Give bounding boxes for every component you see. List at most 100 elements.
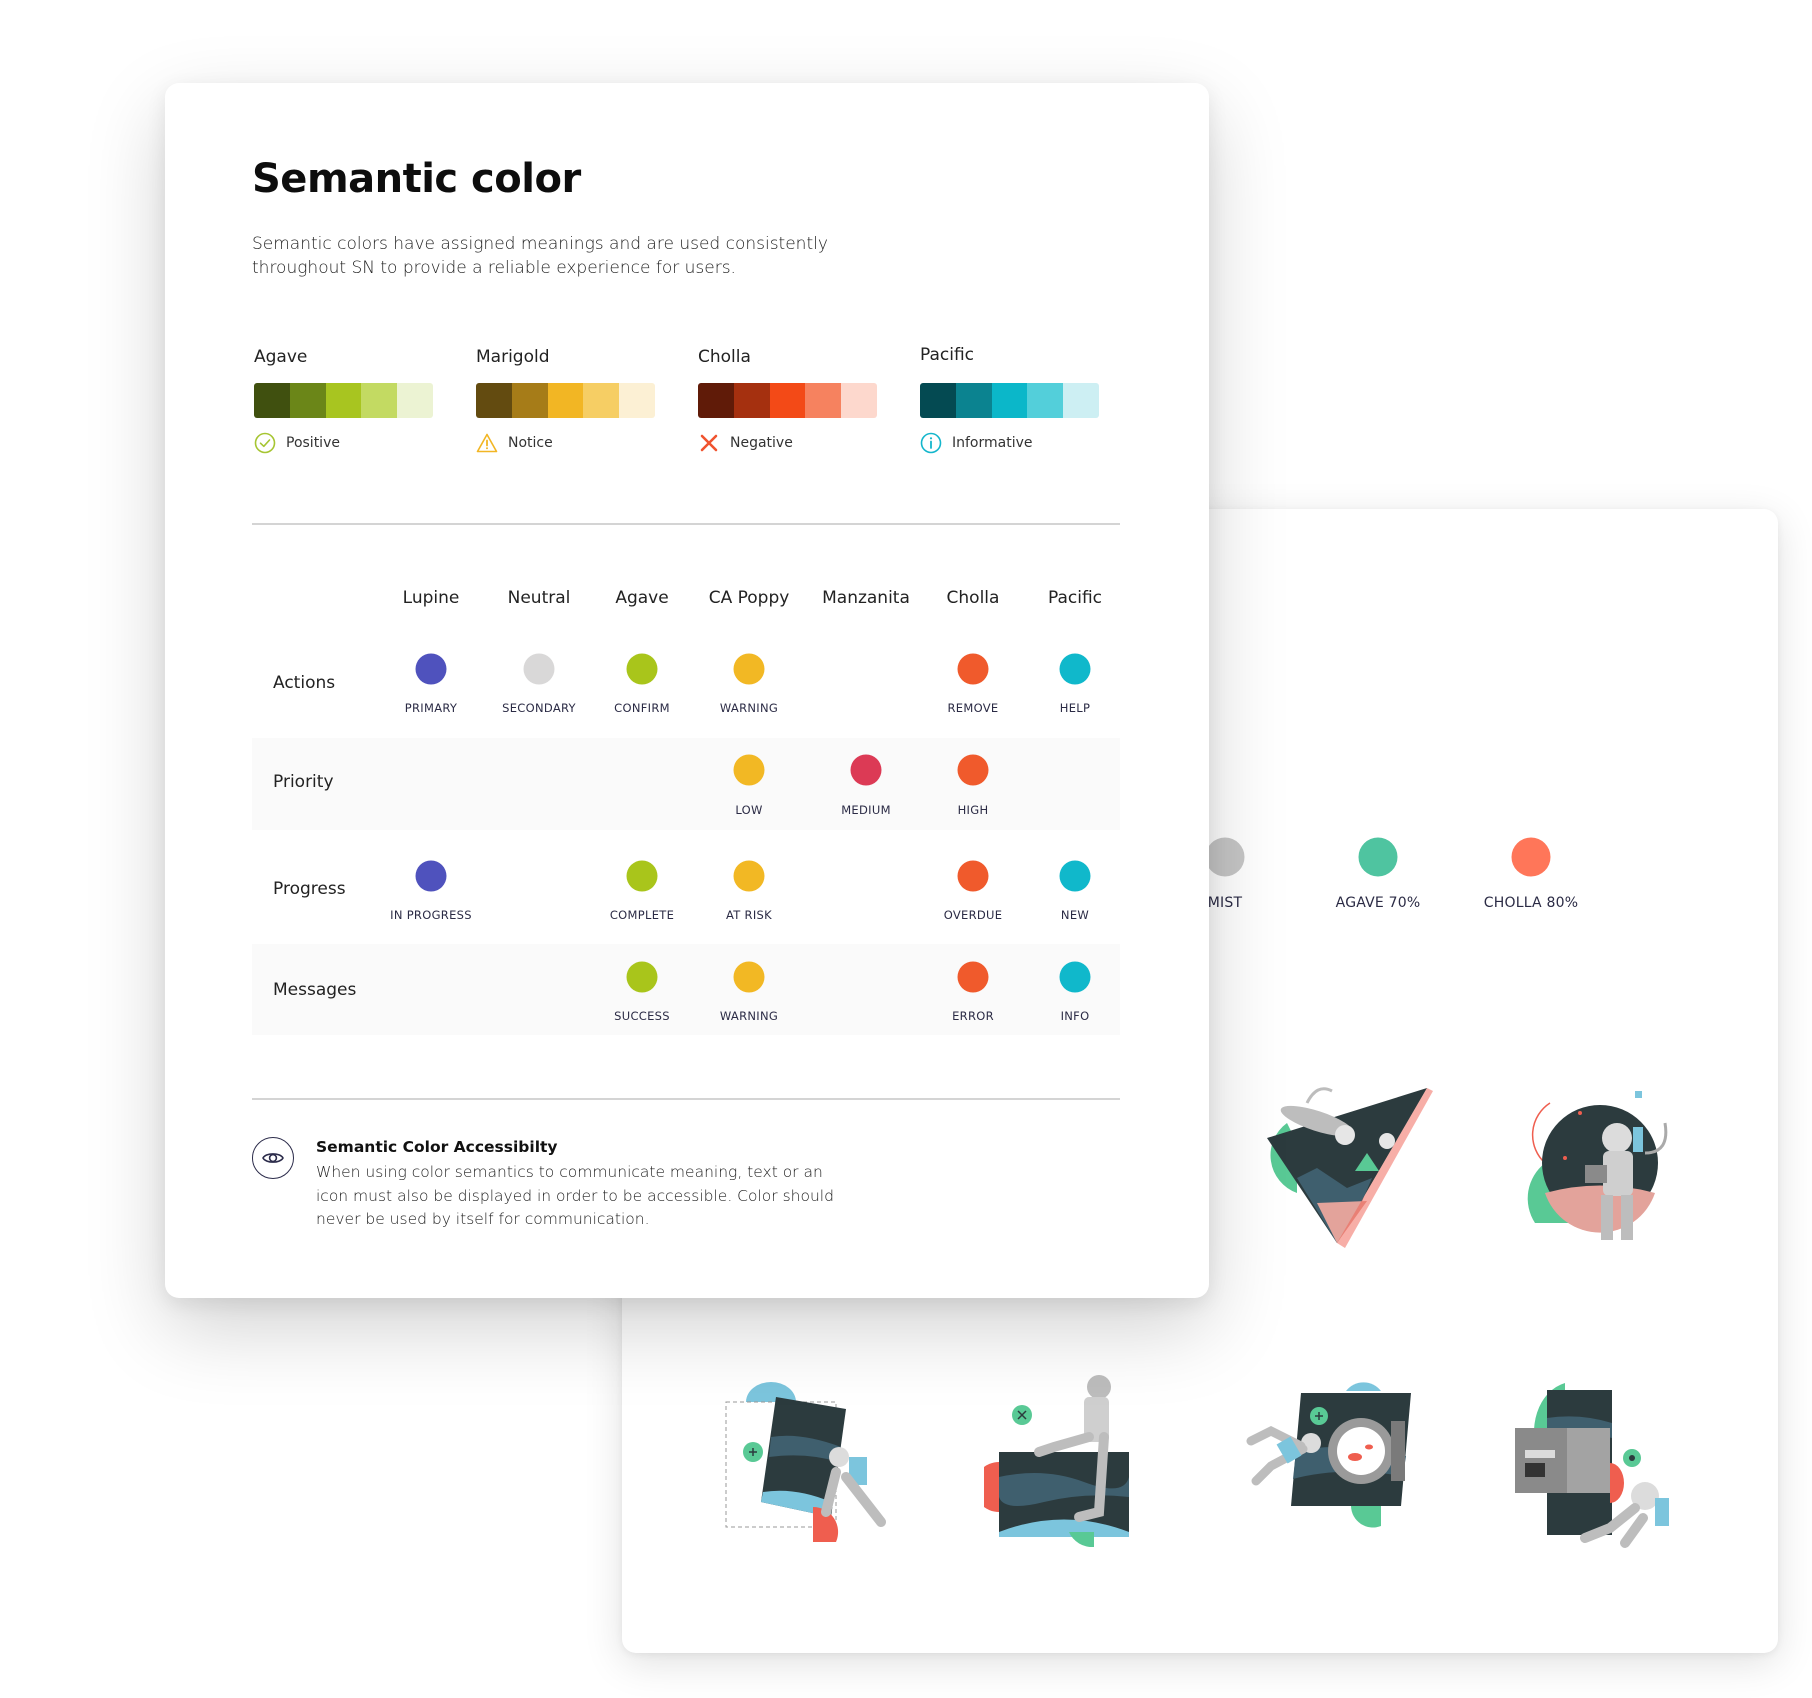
- palette-status: Negative: [698, 431, 878, 455]
- status-label-confirm: CONFIRM: [614, 701, 670, 715]
- status-label-new: NEW: [1060, 908, 1090, 922]
- status-dot-info: [1059, 961, 1091, 993]
- swatch: [1063, 383, 1099, 418]
- color-chip-agave-70: [1358, 837, 1398, 877]
- status-label-at-risk: AT RISK: [726, 908, 772, 922]
- info-circle-icon: [920, 432, 942, 454]
- swatch: [476, 383, 512, 418]
- palette-status: Positive: [254, 431, 434, 455]
- column-header-cholla: Cholla: [946, 588, 1000, 608]
- swatch: [805, 383, 842, 418]
- accessibility-body: When using color semantics to communicat…: [316, 1163, 834, 1228]
- page-description: Semantic colors have assigned meanings a…: [252, 234, 828, 278]
- status-label-primary: PRIMARY: [404, 701, 458, 715]
- astronaut-server-illustration: [1515, 1383, 1669, 1548]
- status-dot-remove: [957, 653, 989, 685]
- status-label-overdue: OVERDUE: [943, 908, 1003, 922]
- swatch: [1027, 383, 1064, 418]
- status-dot-warning: [733, 961, 765, 993]
- swatch: [547, 383, 584, 418]
- palette-name: Marigold: [476, 347, 550, 367]
- color-chip-cholla-80: [1511, 837, 1551, 877]
- swatch: [325, 383, 362, 418]
- column-header-pacific: Pacific: [1047, 588, 1103, 608]
- palette-swatch-bar: [254, 383, 433, 418]
- swatch: [698, 383, 734, 418]
- status-dot-primary: [415, 653, 447, 685]
- status-dot-warning: [733, 653, 765, 685]
- status-label-low: LOW: [735, 803, 763, 817]
- status-dot-help: [1059, 653, 1091, 685]
- color-chip-mist: [1205, 837, 1245, 877]
- row-label-progress: Progress: [273, 879, 346, 899]
- swatch: [254, 383, 290, 418]
- palette-name: Cholla: [698, 347, 751, 367]
- swatch: [361, 383, 398, 418]
- eye-icon-badge: [252, 1137, 294, 1179]
- swatch: [289, 383, 326, 418]
- palette-swatch-bar: [920, 383, 1099, 418]
- accessibility-title: Semantic Color Accessibilty: [316, 1138, 558, 1156]
- palette-swatch-bar: [476, 383, 655, 418]
- column-header-manzanita: Manzanita: [822, 588, 910, 608]
- swatch: [991, 383, 1028, 418]
- status-dot-success: [626, 961, 658, 993]
- page-title: Semantic color: [252, 156, 581, 202]
- status-dot-error: [957, 961, 989, 993]
- status-label-info: INFO: [1060, 1009, 1090, 1023]
- status-dot-secondary: [523, 653, 555, 685]
- row-label-actions: Actions: [273, 673, 336, 693]
- palette-name: Agave: [254, 347, 308, 367]
- status-dot-at-risk: [733, 860, 765, 892]
- chip-label: AGAVE 70%: [1335, 895, 1421, 911]
- chip-label: MIST: [1207, 895, 1243, 911]
- palette-name: Pacific: [920, 345, 975, 365]
- eye-icon: [262, 1153, 284, 1163]
- status-label-success: SUCCESS: [614, 1009, 670, 1023]
- status-dot-low: [733, 754, 765, 786]
- swatch: [769, 383, 806, 418]
- swatch: [583, 383, 620, 418]
- astronaut-pushing-panel-illustration: [725, 1382, 886, 1542]
- status-label: Notice: [508, 435, 553, 451]
- warning-triangle-icon: [476, 433, 498, 453]
- column-header-agave: Agave: [615, 588, 669, 608]
- astronaut-triangle-illustration: [1267, 1087, 1433, 1248]
- status-label: Negative: [730, 435, 793, 451]
- row-band-priority: [252, 738, 1120, 830]
- status-label-complete: COMPLETE: [609, 908, 675, 922]
- swatch: [619, 383, 655, 418]
- status-label-secondary: SECONDARY: [502, 701, 576, 715]
- chip-label: CHOLLA 80%: [1483, 895, 1579, 911]
- palette-status: Notice: [476, 431, 656, 455]
- status-dot-complete: [626, 860, 658, 892]
- palette-marigold: Marigold Notice: [476, 345, 656, 455]
- status-dot-medium: [850, 754, 882, 786]
- status-dot-new: [1059, 860, 1091, 892]
- status-dot-in-progress: [415, 860, 447, 892]
- swatch: [511, 383, 548, 418]
- swatch: [841, 383, 877, 418]
- status-label-remove: REMOVE: [947, 701, 999, 715]
- swatch: [397, 383, 433, 418]
- check-circle-icon: [254, 432, 276, 454]
- swatch: [920, 383, 956, 418]
- status-label-medium: MEDIUM: [841, 803, 891, 817]
- column-header-ca-poppy: CA Poppy: [708, 588, 790, 608]
- divider: [252, 1098, 1120, 1100]
- status-label-high: HIGH: [957, 803, 989, 817]
- status-label-in-progress: IN PROGRESS: [390, 908, 472, 922]
- status-label-warning: WARNING: [719, 701, 779, 715]
- swatch: [955, 383, 992, 418]
- astronaut-porthole-fish-illustration: [1246, 1382, 1411, 1528]
- palette-status: Informative: [920, 431, 1100, 455]
- status-label: Informative: [952, 435, 1033, 451]
- palette-agave: Agave Positive: [254, 345, 434, 455]
- palette-swatch-bar: [698, 383, 877, 418]
- astronaut-planet-illustration: [1527, 1091, 1668, 1240]
- divider: [252, 523, 1120, 525]
- status-dot-high: [957, 754, 989, 786]
- x-icon: [700, 434, 718, 452]
- column-header-neutral: Neutral: [507, 588, 571, 608]
- semantic-color-card: Semantic color Semantic colors have assi…: [165, 83, 1209, 1298]
